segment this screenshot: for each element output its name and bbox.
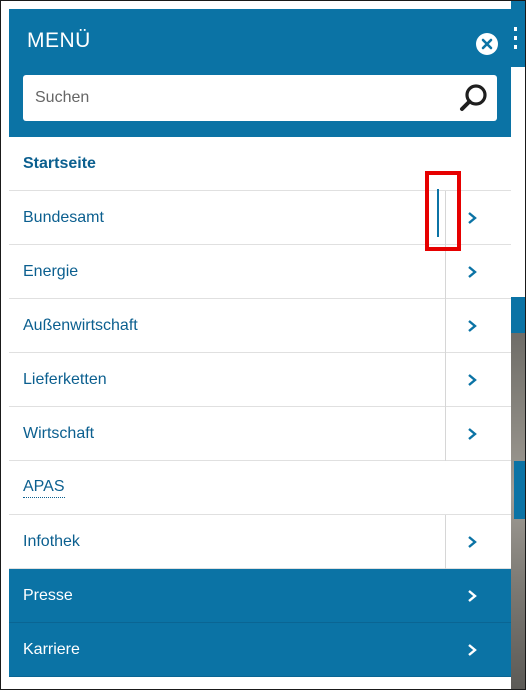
submenu-divider xyxy=(445,515,446,569)
menu-item-apas[interactable]: APAS xyxy=(9,461,511,515)
menu-item-lieferketten[interactable]: Lieferketten xyxy=(9,353,511,407)
menu-item-label: Wirtschaft xyxy=(23,425,95,442)
menu-item-energie[interactable]: Energie xyxy=(9,245,511,299)
menu-item-label: Außenwirtschaft xyxy=(23,317,138,334)
menu-item-label: Startseite xyxy=(23,155,96,172)
search-icon xyxy=(460,84,487,111)
menu-header: MENÜ xyxy=(9,9,511,137)
menu-title: MENÜ xyxy=(27,29,91,52)
menu-item-label: Bundesamt xyxy=(23,209,104,226)
search-input[interactable] xyxy=(23,75,433,121)
chevron-right-icon[interactable] xyxy=(464,372,480,388)
submenu-divider xyxy=(445,299,446,353)
menu-item-karriere[interactable]: Karriere xyxy=(9,623,511,677)
screenshot-frame: MENÜ Startseite Bund xyxy=(0,0,526,690)
navigation-menu: MENÜ Startseite Bund xyxy=(9,9,511,689)
background-button xyxy=(514,461,525,519)
chevron-right-icon[interactable] xyxy=(464,264,480,280)
annotation-highlight-box xyxy=(425,171,461,251)
chevron-right-icon[interactable] xyxy=(464,588,480,604)
menu-item-label: APAS xyxy=(23,477,65,498)
menu-item-presse[interactable]: Presse xyxy=(9,569,511,623)
chevron-right-icon[interactable] xyxy=(464,426,480,442)
chevron-right-icon[interactable] xyxy=(464,642,480,658)
chevron-right-icon[interactable] xyxy=(464,534,480,550)
submenu-divider xyxy=(445,245,446,299)
background-header xyxy=(511,1,525,67)
submenu-divider xyxy=(445,353,446,407)
background-page xyxy=(511,1,525,689)
close-icon xyxy=(481,38,493,50)
menu-item-label: Lieferketten xyxy=(23,371,107,388)
menu-item-infothek[interactable]: Infothek xyxy=(9,515,511,569)
hamburger-icon xyxy=(514,27,517,51)
menu-item-label: Presse xyxy=(23,587,73,604)
chevron-right-icon[interactable] xyxy=(464,210,480,226)
background-banner xyxy=(511,297,525,333)
search-button[interactable] xyxy=(457,81,491,115)
chevron-right-icon[interactable] xyxy=(464,318,480,334)
menu-item-label: Infothek xyxy=(23,533,80,550)
search-box xyxy=(23,75,497,121)
menu-item-label: Karriere xyxy=(23,641,80,658)
menu-item-wirtschaft[interactable]: Wirtschaft xyxy=(9,407,511,461)
submenu-divider xyxy=(445,407,446,461)
menu-item-aussenwirtschaft[interactable]: Außenwirtschaft xyxy=(9,299,511,353)
close-button[interactable] xyxy=(476,33,498,55)
menu-item-label: Energie xyxy=(23,263,79,280)
